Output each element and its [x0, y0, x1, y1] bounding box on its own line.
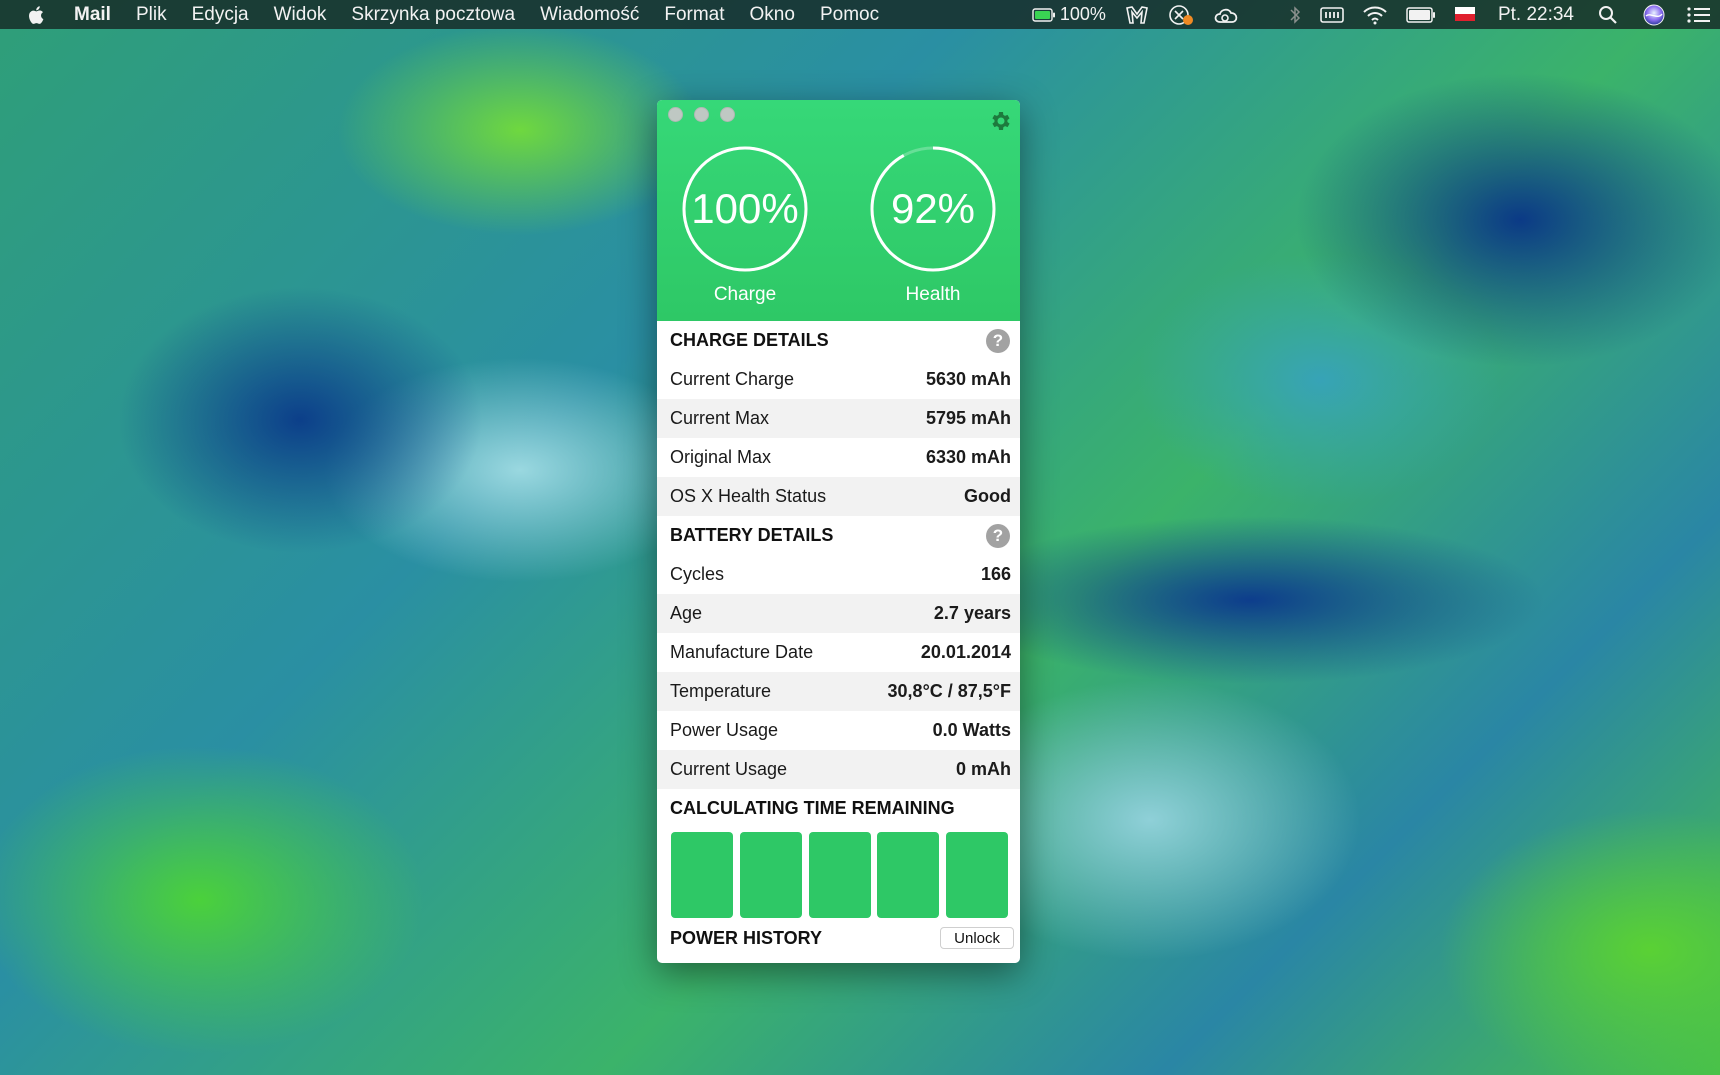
battery-details-header: BATTERY DETAILS ?	[657, 516, 1020, 555]
power-history-title: POWER HISTORY	[670, 927, 823, 948]
minimize-button[interactable]	[694, 107, 709, 122]
row-value: 0.0 Watts	[932, 720, 1011, 740]
charge-details-list: Current Charge 5630 mAh Current Max 5795…	[657, 360, 1020, 516]
table-row: Cycles 166	[657, 555, 1020, 594]
row-value: 5630 mAh	[925, 369, 1011, 389]
creative-cloud-icon[interactable]	[1212, 5, 1240, 25]
health-gauge: 92%	[868, 144, 998, 274]
table-row: Power Usage 0.0 Watts	[657, 711, 1020, 750]
row-value: 30,8°C / 87,5°F	[887, 681, 1011, 701]
row-label: Original Max	[670, 447, 772, 467]
row-label: Current Charge	[670, 369, 795, 389]
row-label: OS X Health Status	[670, 486, 827, 506]
table-row: Original Max 6330 mAh	[657, 438, 1020, 477]
charge-value: 100%	[691, 185, 799, 232]
time-remaining-title: CALCULATING TIME REMAINING	[670, 798, 955, 818]
battery-window: 100% Charge 92% Health CHARGE DETAILS ? …	[657, 100, 1020, 963]
row-label: Current Usage	[670, 759, 788, 779]
time-remaining-header: CALCULATING TIME REMAINING	[657, 789, 1020, 828]
row-label: Current Max	[670, 408, 770, 428]
app-status-icon[interactable]	[1168, 4, 1194, 26]
battery-details-list: Cycles 166 Age 2.7 years Manufacture Dat…	[657, 555, 1020, 789]
row-value: 5795 mAh	[925, 408, 1011, 428]
row-value: Good	[964, 486, 1011, 506]
table-row: Temperature 30,8°C / 87,5°F	[657, 672, 1020, 711]
row-label: Temperature	[670, 681, 772, 701]
wifi-icon[interactable]	[1362, 5, 1388, 25]
row-value: 166	[980, 564, 1011, 584]
time-block	[946, 832, 1008, 918]
table-row: OS X Health Status Good	[657, 477, 1020, 516]
row-label: Manufacture Date	[670, 642, 814, 662]
time-remaining-blocks	[657, 828, 1020, 918]
charge-details-title: CHARGE DETAILS	[670, 330, 829, 350]
bluetooth-icon[interactable]	[1288, 5, 1302, 25]
menu-format[interactable]: Format	[664, 4, 724, 26]
battery-icon	[1032, 7, 1055, 22]
row-value: 20.01.2014	[920, 642, 1011, 662]
menu-wiadomosc[interactable]: Wiadomość	[540, 4, 639, 26]
battery-percent: 100%	[1059, 4, 1106, 24]
window-controls	[668, 107, 746, 122]
time-block	[808, 832, 871, 918]
help-icon[interactable]: ?	[986, 328, 1010, 353]
time-block	[877, 832, 940, 918]
menu-okno[interactable]: Okno	[750, 4, 795, 26]
menu-app-mail[interactable]: Mail	[74, 4, 111, 26]
row-label: Cycles	[670, 564, 725, 584]
row-label: Age	[670, 603, 703, 623]
table-row: Current Usage 0 mAh	[657, 750, 1020, 789]
charge-label: Charge	[713, 284, 777, 305]
menu-skrzynka-pocztowa[interactable]: Skrzynka pocztowa	[351, 4, 515, 26]
status-icon[interactable]	[1124, 4, 1150, 26]
row-label: Power Usage	[670, 720, 779, 740]
menu-widok[interactable]: Widok	[274, 4, 327, 26]
power-history-bar: POWER HISTORY Unlock	[657, 918, 1020, 958]
charge-details-header: CHARGE DETAILS ?	[657, 321, 1020, 360]
table-row: Manufacture Date 20.01.2014	[657, 633, 1020, 672]
menu-pomoc[interactable]: Pomoc	[820, 4, 879, 26]
charge-gauge: 100%	[680, 144, 810, 274]
row-value: 6330 mAh	[925, 447, 1011, 467]
apple-icon[interactable]	[26, 4, 48, 26]
battery-level-icon[interactable]	[1406, 6, 1436, 23]
menu-plik[interactable]: Plik	[136, 4, 167, 26]
table-row: Age 2.7 years	[657, 594, 1020, 633]
memory-icon[interactable]	[1320, 6, 1344, 24]
health-label: Health	[905, 284, 961, 305]
siri-icon[interactable]	[1642, 3, 1666, 27]
search-icon[interactable]	[1598, 5, 1618, 25]
menu-bar: Mail Plik Edycja Widok Skrzynka pocztowa…	[0, 0, 1720, 29]
notification-list-icon[interactable]	[1686, 5, 1712, 25]
close-button[interactable]	[668, 107, 683, 122]
time-block	[671, 832, 733, 918]
unlock-button[interactable]: Unlock	[940, 927, 1014, 949]
table-row: Current Max 5795 mAh	[657, 399, 1020, 438]
zoom-button[interactable]	[720, 107, 735, 122]
flag-icon[interactable]	[1454, 6, 1476, 24]
menu-edycja[interactable]: Edycja	[192, 4, 249, 26]
table-row: Current Charge 5630 mAh	[657, 360, 1020, 399]
battery-status-item[interactable]: 100%	[1032, 4, 1106, 25]
menu-clock[interactable]: Pt. 22:34	[1498, 4, 1574, 26]
row-value: 2.7 years	[933, 603, 1011, 623]
gear-icon[interactable]	[988, 109, 1012, 133]
battery-details-title: BATTERY DETAILS	[670, 525, 834, 545]
health-value: 92%	[890, 185, 976, 232]
window-header: 100% Charge 92% Health	[657, 100, 1020, 321]
row-value: 0 mAh	[955, 759, 1011, 779]
time-block	[739, 832, 802, 918]
help-icon[interactable]: ?	[986, 523, 1010, 548]
